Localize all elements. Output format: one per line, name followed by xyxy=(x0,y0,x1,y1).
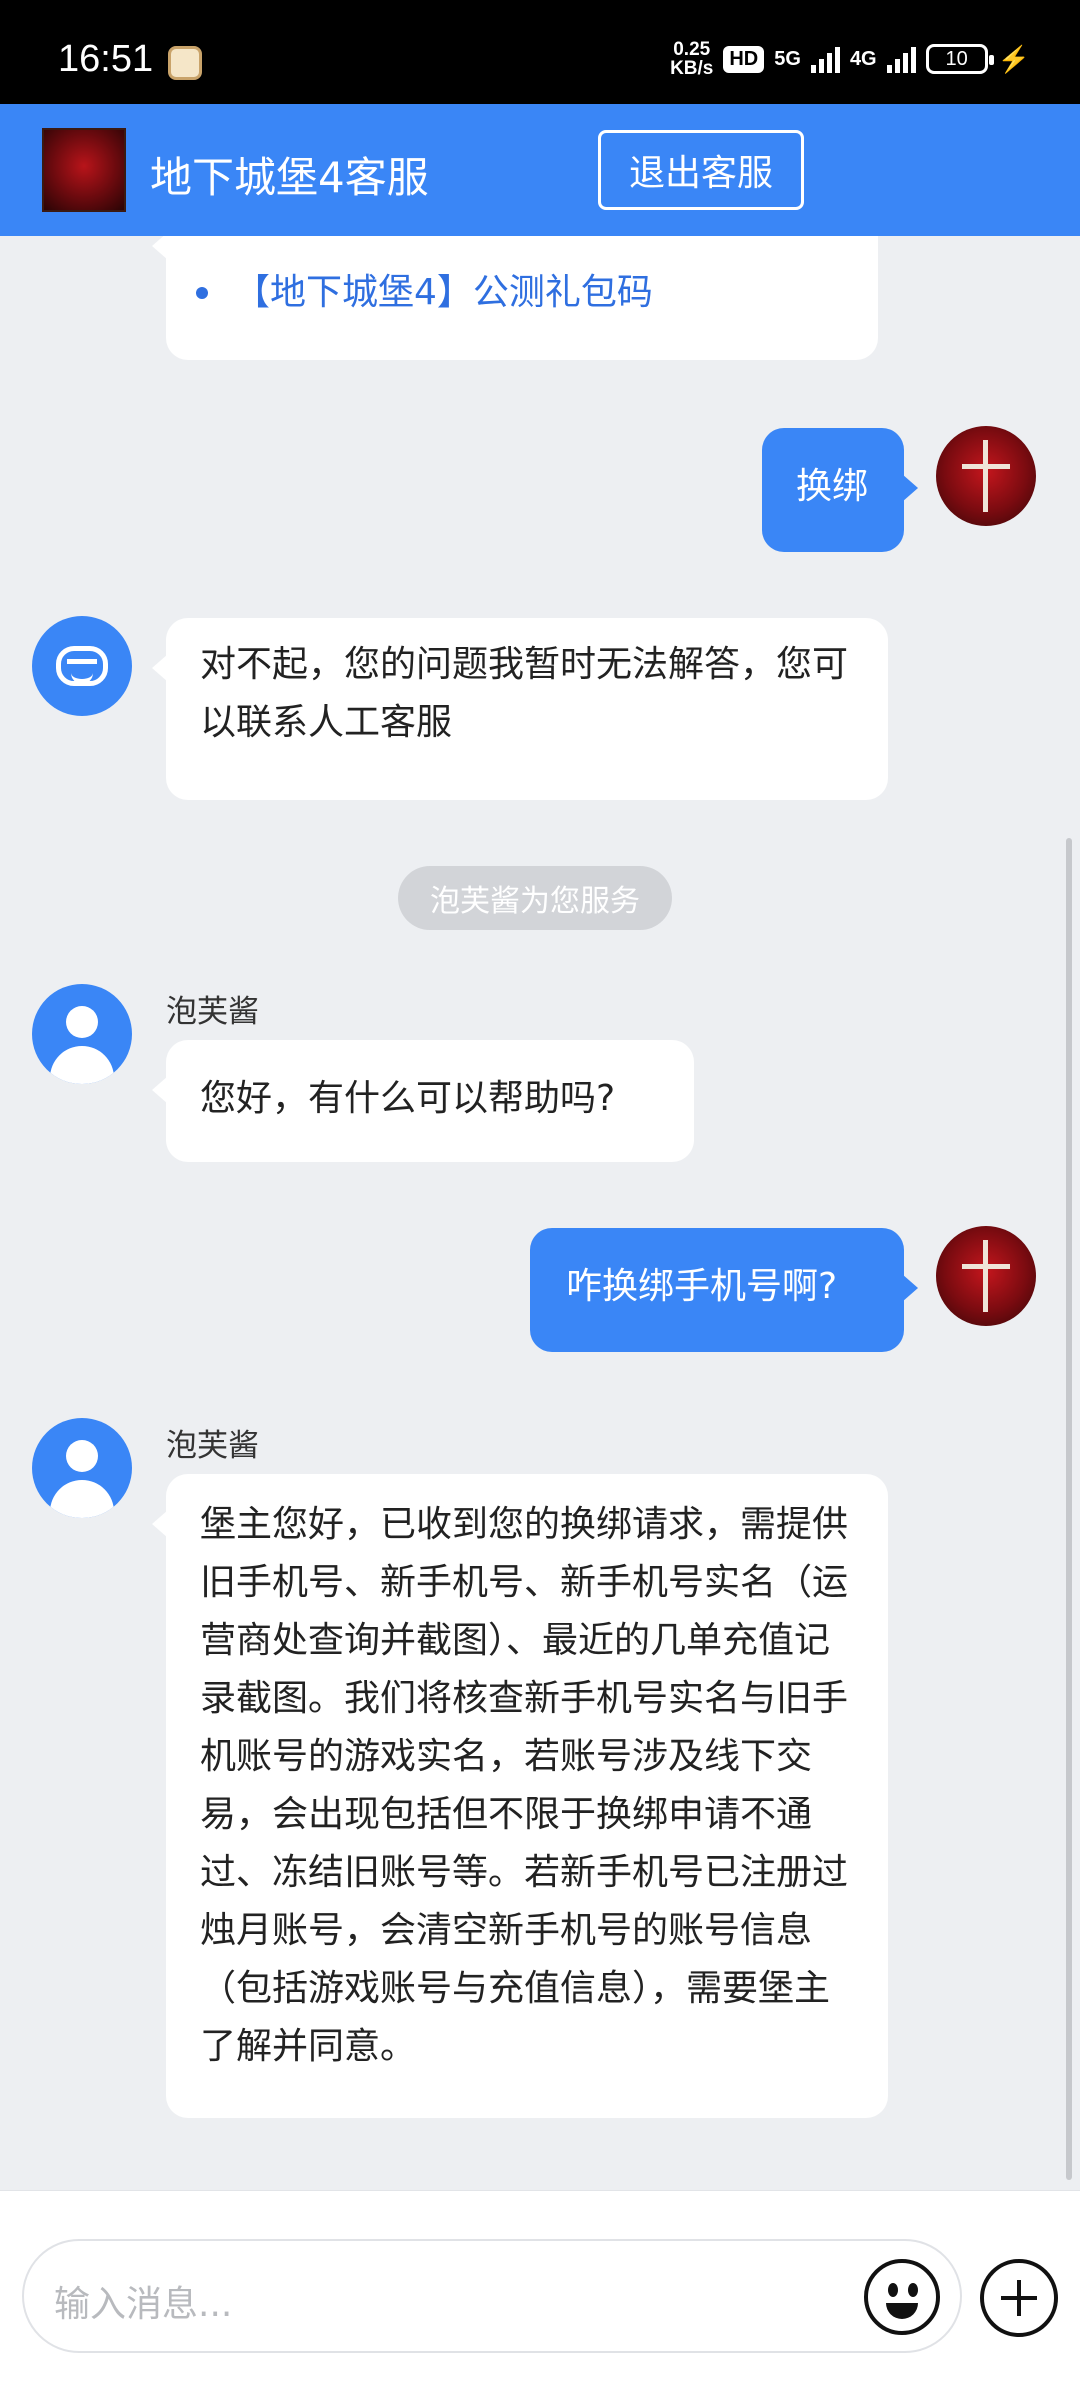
status-indicators: 0.25 KB/s HD 5G 4G 10 ⚡ xyxy=(670,40,1030,78)
agent-name: 泡芙酱 xyxy=(166,994,259,1030)
app-notification-icon xyxy=(168,46,202,80)
agent-name-2: 泡芙酱 xyxy=(166,1428,259,1464)
network-5g-label: 5G xyxy=(774,47,801,70)
message-input-placeholder: 输入消息... xyxy=(54,2284,233,2325)
exit-service-button[interactable]: 退出客服 xyxy=(598,130,804,210)
system-notice: 泡芙酱为您服务 xyxy=(398,866,672,930)
hd-badge: HD xyxy=(723,45,765,73)
bullet-icon xyxy=(196,287,208,299)
status-bar: 16:51 0.25 KB/s HD 5G 4G 10 ⚡ xyxy=(0,0,1080,104)
person-body-icon xyxy=(50,1046,114,1084)
signal-4g-icon xyxy=(886,45,916,73)
bot-avatar xyxy=(32,616,132,716)
agent-message-2: 堡主您好，已收到您的换绑请求，需提供旧手机号、新手机号、新手机号实名（运营商处查… xyxy=(152,1474,888,2118)
network-4g-label: 4G xyxy=(849,47,877,70)
gift-code-link-label: 【地下城堡4】公测礼包码 xyxy=(234,272,653,313)
agent-avatar xyxy=(32,984,132,1084)
message-input[interactable]: 输入消息... xyxy=(22,2239,962,2353)
robot-face-icon xyxy=(56,646,108,686)
status-time: 16:51 xyxy=(58,38,154,80)
person-body-icon xyxy=(50,1480,114,1518)
chat-scrollbar[interactable] xyxy=(1066,838,1072,2180)
bot-link-message: 【地下城堡4】公测礼包码 xyxy=(152,236,878,360)
charging-icon: ⚡ xyxy=(997,43,1030,74)
emoji-mouth xyxy=(886,2303,918,2319)
bot-message: 对不起，您的问题我暂时无法解答，您可以联系人工客服 xyxy=(152,618,888,800)
chat-header: 地下城堡4客服 退出客服 xyxy=(0,104,1080,236)
emoji-eye-right xyxy=(908,2283,918,2297)
network-speed: 0.25 KB/s xyxy=(670,40,713,78)
agent-avatar-2 xyxy=(32,1418,132,1518)
network-speed-unit: KB/s xyxy=(670,58,714,79)
user-message-2: 咋换绑手机号啊? xyxy=(530,1228,918,1352)
emoji-icon[interactable] xyxy=(864,2259,940,2335)
gift-code-link[interactable]: 【地下城堡4】公测礼包码 xyxy=(196,264,653,322)
signal-5g-icon xyxy=(810,45,840,73)
page-title: 地下城堡4客服 xyxy=(150,153,429,202)
user-avatar-2 xyxy=(936,1226,1036,1326)
agent-message: 您好，有什么可以帮助吗? xyxy=(152,1040,694,1162)
plus-icon[interactable] xyxy=(980,2259,1058,2337)
chat-messages[interactable]: 【地下城堡4】公测礼包码 换绑 对不起，您的问题我暂时无法解答，您可以联系人工客… xyxy=(0,236,1080,2190)
user-message: 换绑 xyxy=(762,428,918,552)
network-speed-value: 0.25 xyxy=(673,39,711,60)
battery-icon: 10 xyxy=(925,44,994,74)
person-head-icon xyxy=(66,1440,98,1472)
game-logo xyxy=(42,128,126,212)
person-head-icon xyxy=(66,1006,98,1038)
input-bar: 输入消息... xyxy=(0,2190,1080,2400)
emoji-eye-left xyxy=(888,2283,898,2297)
user-avatar xyxy=(936,426,1036,526)
